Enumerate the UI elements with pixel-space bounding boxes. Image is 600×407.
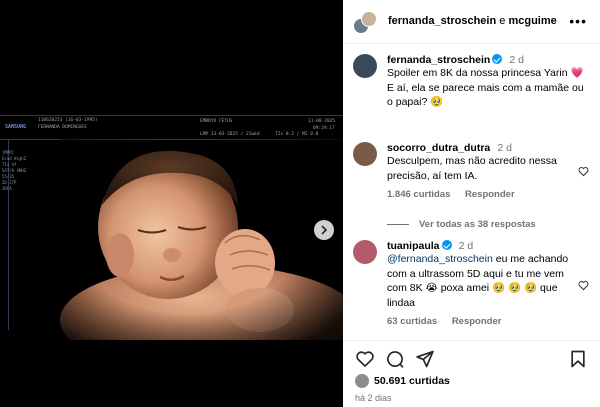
more-options-button[interactable]: ••• xyxy=(569,14,587,28)
comment-timestamp[interactable]: 2 d xyxy=(459,240,474,252)
bookmark-icon[interactable] xyxy=(568,349,588,369)
heart-icon[interactable] xyxy=(578,166,589,177)
likes-count[interactable]: 50.691 curtidas xyxy=(374,375,450,387)
post-timestamp[interactable]: há 2 dias xyxy=(355,393,392,403)
scan-date: 11-08-2025 xyxy=(308,119,336,124)
caption-line: Spoiler em 8K da nossa princesa Yarin 💗 xyxy=(387,67,584,79)
avatar xyxy=(355,374,369,388)
replies-divider xyxy=(387,224,409,225)
probe-label: EMBRYO FETUS xyxy=(200,119,233,124)
comment-timestamp[interactable]: 2 d xyxy=(497,142,512,154)
share-icon[interactable] xyxy=(415,349,435,369)
comments-list: fernanda_stroschein 2 d Spoiler em 8K da… xyxy=(343,44,600,340)
author-link[interactable]: mcguime xyxy=(508,15,556,27)
post-sidebar: fernanda_stroschein e mcguime ••• fernan… xyxy=(343,0,600,407)
comment-text: Desculpem, mas não acredito nessa precis… xyxy=(387,155,557,182)
patient-id: 110620253 (16-03-1995) xyxy=(38,118,98,123)
newborn-baby-image xyxy=(60,135,343,340)
view-replies-button[interactable]: Ver todas as 38 respostas xyxy=(387,219,536,230)
view-replies-label: Ver todas as 38 respostas xyxy=(419,219,536,230)
comment-icon[interactable] xyxy=(385,349,405,369)
post-media[interactable]: 110620253 (16-03-1995) SAMSUNG FERNANDA … xyxy=(0,0,343,407)
reply-button[interactable]: Responder xyxy=(452,316,502,327)
likes-summary[interactable]: 50.691 curtidas xyxy=(355,374,450,388)
collab-avatars[interactable] xyxy=(353,11,377,35)
patient-name: FERNANDA DOMINGUES xyxy=(38,125,87,130)
verified-badge-icon xyxy=(492,54,503,64)
caption-line: E aí, ela se parece mais com a mamãe ou … xyxy=(387,81,584,109)
more-horizontal-icon: ••• xyxy=(569,13,587,29)
brand-logo: SAMSUNG xyxy=(5,124,27,130)
avatar[interactable] xyxy=(353,240,377,264)
chevron-right-icon xyxy=(321,225,328,235)
ultrasound-settings: [MPR] Grad HighZ TIs 4f SAT/H 4MHZ 55/35… xyxy=(2,150,27,191)
reply-button[interactable]: Responder xyxy=(465,189,515,200)
post-header: fernanda_stroschein e mcguime ••• xyxy=(343,0,600,44)
mention-link[interactable]: @fernanda_stroschein xyxy=(387,253,493,265)
author-separator: e xyxy=(499,15,506,27)
comment-username[interactable]: tuanipaula xyxy=(387,240,440,252)
avatar[interactable] xyxy=(353,54,377,78)
post-authors: fernanda_stroschein e mcguime xyxy=(388,15,557,27)
post-actions: 50.691 curtidas há 2 dias xyxy=(343,340,600,407)
caption-timestamp[interactable]: 2 d xyxy=(509,54,524,66)
comment-username[interactable]: socorro_dutra_dutra xyxy=(387,142,490,154)
heart-icon[interactable] xyxy=(578,280,589,291)
comment-likes[interactable]: 1.846 curtidas xyxy=(387,189,450,200)
avatar[interactable] xyxy=(353,142,377,166)
next-media-button[interactable] xyxy=(314,220,334,240)
scan-time: 09:29:17 xyxy=(313,126,335,131)
author-link[interactable]: fernanda_stroschein xyxy=(388,15,496,27)
comment-likes[interactable]: 63 curtidas xyxy=(387,316,437,327)
caption-username[interactable]: fernanda_stroschein xyxy=(387,54,490,66)
verified-badge-icon xyxy=(441,240,452,250)
heart-icon[interactable] xyxy=(355,349,375,369)
avatar xyxy=(361,11,377,27)
